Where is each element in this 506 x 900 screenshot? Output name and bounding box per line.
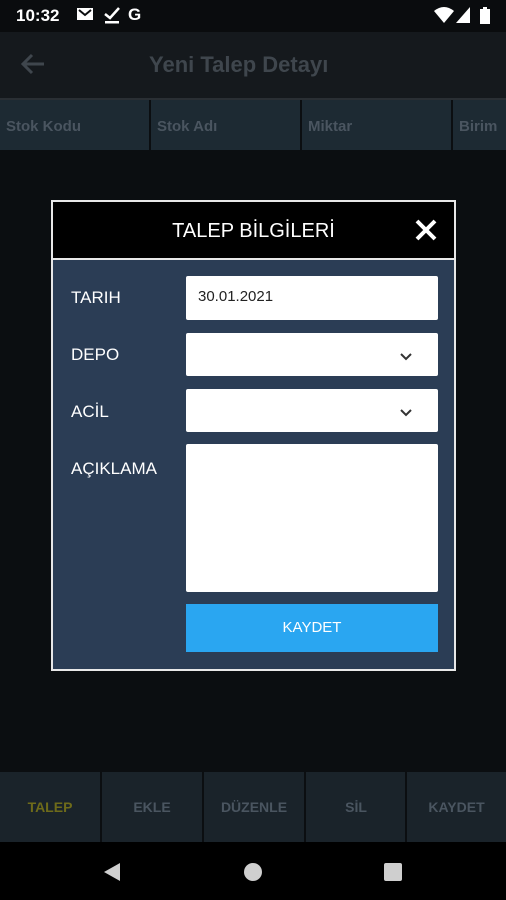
aciklama-label: AÇIKLAMA: [71, 459, 157, 478]
nav-home-icon[interactable]: [243, 862, 263, 887]
toolbar-kaydet-button[interactable]: KAYDET: [407, 772, 506, 842]
chevron-down-icon: [400, 348, 412, 366]
app-bar: Yeni Talep Detayı: [0, 32, 506, 100]
signal-icon: [456, 7, 470, 28]
column-miktar[interactable]: Miktar: [302, 100, 453, 150]
chevron-down-icon: [400, 404, 412, 422]
talep-dialog: TALEP BİLGİLERİ TARIH 30.01.2021 DEPO AC…: [51, 200, 456, 671]
dialog-title: TALEP BİLGİLERİ: [172, 220, 335, 242]
bottom-toolbar: TALEP EKLE DÜZENLE SİL KAYDET: [0, 772, 506, 842]
close-icon[interactable]: [414, 218, 438, 242]
tarih-label: TARIH: [71, 288, 121, 307]
status-bar: 10:32 G: [0, 0, 506, 32]
dialog-header: TALEP BİLGİLERİ: [53, 202, 454, 260]
aciklama-textarea[interactable]: [186, 444, 438, 592]
column-stok-kodu[interactable]: Stok Kodu: [0, 100, 151, 150]
depo-select[interactable]: [186, 333, 438, 376]
back-arrow-icon[interactable]: [20, 52, 46, 81]
nav-back-icon[interactable]: [103, 862, 121, 887]
acil-select[interactable]: [186, 389, 438, 432]
nav-recents-icon[interactable]: [384, 863, 402, 886]
status-time: 10:32: [16, 6, 60, 25]
tarih-field[interactable]: 30.01.2021: [186, 276, 438, 320]
toolbar-sil-button[interactable]: SİL: [306, 772, 406, 842]
table-header: Stok Kodu Stok Adı Miktar Birim: [0, 100, 506, 152]
column-birim[interactable]: Birim: [453, 100, 506, 150]
page-title: Yeni Talep Detayı: [149, 52, 329, 77]
toolbar-duzenle-button[interactable]: DÜZENLE: [204, 772, 304, 842]
toolbar-talep-button[interactable]: TALEP: [0, 772, 100, 842]
acil-label: ACİL: [71, 402, 109, 421]
download-done-icon: [104, 6, 120, 29]
save-button[interactable]: KAYDET: [186, 604, 438, 652]
battery-icon: [480, 7, 490, 29]
gmail-icon: [76, 6, 94, 27]
toolbar-ekle-button[interactable]: EKLE: [102, 772, 202, 842]
wifi-icon: [434, 7, 454, 28]
column-stok-adi[interactable]: Stok Adı: [151, 100, 302, 150]
depo-label: DEPO: [71, 345, 120, 364]
google-icon: G: [128, 5, 142, 24]
navigation-bar: [0, 842, 506, 900]
